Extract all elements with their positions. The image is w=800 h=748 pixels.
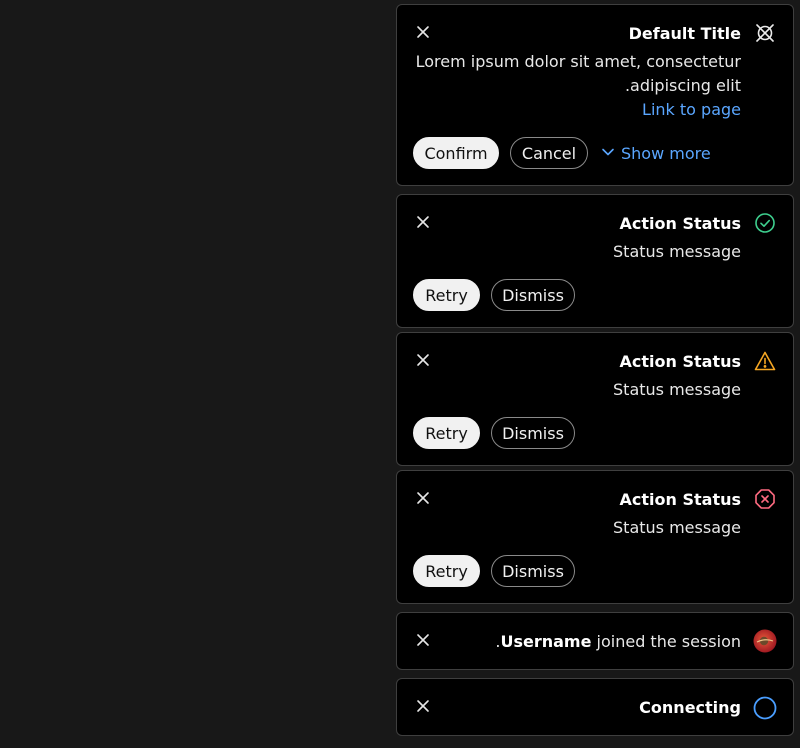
warning-triangle-icon [754, 350, 776, 372]
toast-title: Action Status [619, 490, 741, 509]
retry-button[interactable]: Retry [413, 555, 480, 587]
retry-button[interactable]: Retry [413, 417, 480, 449]
dismiss-button[interactable]: Dismiss [491, 417, 575, 449]
toast-body-line: Lorem ipsum dolor sit amet, consectetur [415, 52, 741, 71]
loading-spinner-icon [753, 696, 777, 720]
default-toast: Default Title Lorem ipsum dolor sit amet… [396, 4, 794, 186]
show-more-label: Show more [621, 144, 711, 163]
toast-title: Action Status [619, 214, 741, 233]
dismiss-button[interactable]: Dismiss [491, 279, 575, 311]
toast-body-line: .adipiscing elit [624, 76, 741, 95]
user-joined-toast: .Username joined the session [396, 612, 794, 670]
close-icon[interactable] [414, 213, 432, 231]
error-octagon-icon [754, 488, 776, 510]
show-more-button[interactable]: Show more [601, 144, 711, 163]
no-connection-icon [754, 22, 776, 44]
join-message: .Username joined the session [495, 632, 741, 651]
warning-toast: Action Status Status message Retry Dismi… [396, 332, 794, 466]
close-icon[interactable] [414, 697, 432, 715]
avatar [753, 629, 777, 653]
status-message: Status message [613, 242, 741, 261]
close-icon[interactable] [414, 489, 432, 507]
check-circle-icon [754, 212, 776, 234]
confirm-button[interactable]: Confirm [413, 137, 499, 169]
error-toast: Action Status Status message Retry Dismi… [396, 470, 794, 604]
status-message: Status message [613, 380, 741, 399]
join-suffix: joined the session [591, 632, 741, 651]
close-icon[interactable] [414, 631, 432, 649]
cancel-button[interactable]: Cancel [510, 137, 588, 169]
link-to-page[interactable]: Link to page [642, 100, 741, 119]
dismiss-button[interactable]: Dismiss [491, 555, 575, 587]
toast-title: Connecting [639, 698, 741, 717]
retry-button[interactable]: Retry [413, 279, 480, 311]
status-message: Status message [613, 518, 741, 537]
connecting-toast: Connecting [396, 678, 794, 736]
username: Username [500, 632, 592, 651]
close-icon[interactable] [414, 23, 432, 41]
chevron-down-icon [601, 144, 615, 163]
success-toast: Action Status Status message Retry Dismi… [396, 194, 794, 328]
toast-title: Default Title [628, 24, 741, 43]
close-icon[interactable] [414, 351, 432, 369]
toast-title: Action Status [619, 352, 741, 371]
